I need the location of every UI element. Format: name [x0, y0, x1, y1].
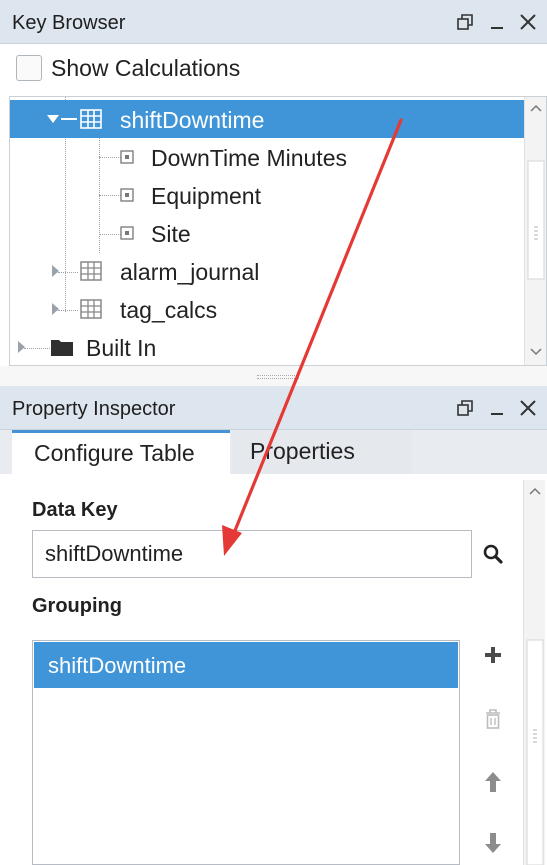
- property-inspector-title: Property Inspector: [12, 398, 176, 420]
- data-key-value: shiftDowntime: [45, 541, 184, 566]
- collapsed-arrow-icon[interactable]: [50, 252, 60, 290]
- tree-label: DownTime Minutes: [151, 145, 347, 171]
- tab-label: Properties: [250, 438, 355, 464]
- tab-properties[interactable]: Properties: [232, 430, 412, 474]
- grouping-label: Grouping: [32, 595, 122, 617]
- grouping-list-item[interactable]: shiftDowntime: [34, 642, 458, 688]
- expanded-arrow-icon[interactable]: [46, 100, 60, 138]
- tree-scrollbar[interactable]: [524, 97, 546, 365]
- table-icon: [80, 252, 102, 290]
- table-icon: [80, 290, 102, 328]
- table-icon: [80, 100, 102, 138]
- collapsed-arrow-icon[interactable]: [16, 328, 26, 365]
- property-panel-scrollbar[interactable]: [523, 480, 545, 865]
- tree-row-column[interactable]: Equipment: [10, 176, 525, 214]
- key-browser-header: Key Browser: [0, 0, 547, 44]
- splitter-grip[interactable]: [257, 375, 299, 379]
- tab-label: Configure Table: [34, 440, 195, 466]
- tree-label: Equipment: [151, 183, 261, 209]
- collapsed-arrow-icon[interactable]: [50, 290, 60, 328]
- grouping-list[interactable]: shiftDowntime: [32, 640, 460, 865]
- tree-row-shiftdowntime[interactable]: shiftDowntime: [10, 100, 525, 138]
- tab-configure-table[interactable]: Configure Table: [12, 430, 230, 474]
- tree-row-column[interactable]: DownTime Minutes: [10, 138, 525, 176]
- close-icon[interactable]: [515, 394, 541, 422]
- move-down-icon[interactable]: [478, 828, 508, 858]
- grouping-item-label: shiftDowntime: [48, 653, 187, 678]
- restore-icon[interactable]: [452, 8, 478, 36]
- tree-connector: [61, 100, 77, 138]
- tree-row-alarm-journal[interactable]: alarm_journal: [10, 252, 525, 290]
- key-tree: shiftDowntime DownTime Minutes Equipment…: [9, 96, 547, 366]
- key-browser-title: Key Browser: [12, 12, 126, 34]
- folder-icon: [50, 328, 74, 365]
- close-icon[interactable]: [515, 8, 541, 36]
- show-calculations-label: Show Calculations: [51, 55, 241, 81]
- show-calculations-checkbox[interactable]: [16, 55, 42, 81]
- data-key-label: Data Key: [32, 499, 118, 521]
- column-icon: [120, 138, 134, 176]
- property-inspector-header: Property Inspector: [0, 386, 547, 430]
- tree-label: tag_calcs: [120, 297, 218, 323]
- minimize-icon[interactable]: [484, 394, 510, 422]
- data-key-input[interactable]: shiftDowntime: [32, 530, 472, 578]
- move-up-icon[interactable]: [478, 767, 508, 797]
- tree-label: Built In: [86, 335, 157, 361]
- add-icon[interactable]: [478, 640, 508, 670]
- tree-row-tag-calcs[interactable]: tag_calcs: [10, 290, 525, 328]
- tree-label: Site: [151, 221, 191, 247]
- column-icon: [120, 214, 134, 252]
- tree-label: alarm_journal: [120, 259, 260, 285]
- minimize-icon[interactable]: [484, 8, 510, 36]
- tree-label: shiftDowntime: [120, 107, 265, 133]
- tree-row-built-in[interactable]: Built In: [10, 328, 525, 365]
- column-icon: [120, 176, 134, 214]
- tree-row-column[interactable]: Site: [10, 214, 525, 252]
- search-icon[interactable]: [478, 539, 508, 569]
- restore-icon[interactable]: [452, 394, 478, 422]
- delete-icon[interactable]: [478, 704, 508, 734]
